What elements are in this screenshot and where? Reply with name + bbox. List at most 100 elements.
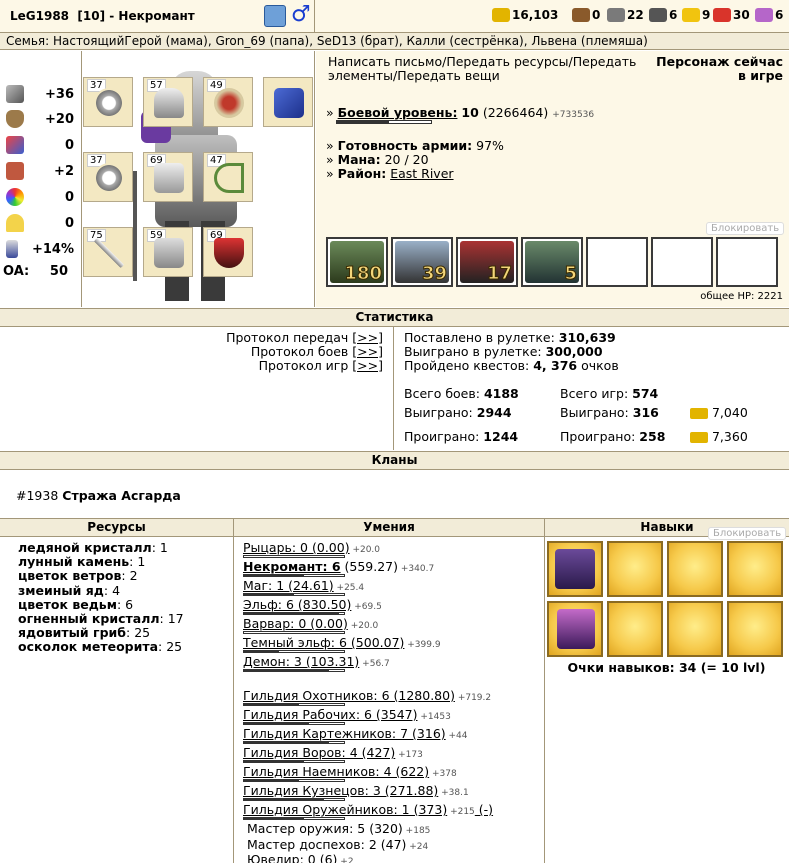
ore-value: 22: [627, 8, 644, 22]
quests-done: Пройдено квестов: 4, 376 очков: [404, 358, 619, 373]
equip-helmet[interactable]: 57: [143, 77, 193, 127]
army-readiness-value: 97%: [476, 138, 504, 153]
combat-level-label[interactable]: Боевой уровень:: [338, 105, 458, 120]
district-link[interactable]: East River: [390, 166, 453, 181]
skill-progress-bar: [243, 703, 345, 706]
attack-icon: [6, 85, 24, 103]
army-slot-1[interactable]: 180: [326, 237, 388, 287]
skill-gain: +38.1: [438, 788, 469, 798]
equip-amulet[interactable]: 49: [203, 77, 253, 127]
perk-slot-6[interactable]: [607, 601, 663, 657]
army-slot-5[interactable]: [586, 237, 648, 287]
equip-ring-2[interactable]: 37: [83, 152, 133, 202]
skill-name[interactable]: Гильдия Оружейников: 1 (373): [243, 802, 447, 817]
perk-slot-3[interactable]: [667, 541, 723, 597]
game-log: Протокол игр [>>]: [258, 358, 383, 373]
shield-icon: [214, 238, 244, 268]
equip-shield[interactable]: 69: [203, 227, 253, 277]
perk-slot-4[interactable]: [727, 541, 783, 597]
army-slot-4[interactable]: 5: [521, 237, 583, 287]
stat-knowledge: +2: [6, 161, 80, 181]
stat-spellpower: 0: [6, 135, 80, 155]
skill-name[interactable]: Демон: 3 (103.31): [243, 654, 359, 669]
skill-row: Гильдия Охотников: 6 (1280.80) +719.2: [243, 688, 491, 706]
skill-progress-fill: [244, 670, 329, 671]
mana-value: 20 / 20: [384, 152, 429, 167]
skills-title: Умения: [233, 518, 544, 537]
skill-name[interactable]: Гильдия Охотников: 6 (1280.80): [243, 688, 455, 703]
clan-entry[interactable]: #1938 Стража Асгарда: [16, 488, 181, 503]
skill-name[interactable]: Варвар: 0 (0.00): [243, 616, 348, 631]
list-item: змеиный яд: 4: [18, 582, 121, 598]
transfer-log-link[interactable]: [>>]: [352, 330, 383, 345]
skill-progress-bar: [243, 798, 345, 801]
protocol-links: Протокол передач [>>] Протокол боев [>>]…: [226, 331, 383, 373]
equip-armor[interactable]: 69: [143, 152, 193, 202]
profile-card-icon[interactable]: [264, 5, 286, 27]
equip-spellbook[interactable]: [263, 77, 313, 127]
perk-slot-2[interactable]: [607, 541, 663, 597]
skill-name[interactable]: Гильдия Воров: 4 (427): [243, 745, 395, 760]
skill-name[interactable]: Некромант: 6: [243, 559, 341, 574]
roulette-bet: Поставлено в рулетке: 310,639: [404, 330, 616, 345]
skill-progress-fill: [244, 651, 279, 652]
combat-exp-gain: +733536: [552, 110, 595, 120]
skill-gain: +20.0: [349, 545, 381, 555]
perk-slot-1[interactable]: [547, 541, 603, 597]
morale-value: 0: [64, 215, 74, 231]
combat-level-progress-bar: [336, 120, 432, 124]
skill-name[interactable]: Гильдия Наемников: 4 (622): [243, 764, 429, 779]
resource-ore: 22: [607, 8, 644, 22]
resource-wood: 0: [572, 8, 600, 22]
skill-points: (559.27): [340, 559, 399, 574]
block-button-perks[interactable]: Блокировать: [708, 527, 787, 540]
army-slot-3[interactable]: 17: [456, 237, 518, 287]
skill-extra-link[interactable]: (-): [475, 802, 493, 817]
army-slot-7[interactable]: [716, 237, 778, 287]
skill-row: Ювелир: 0 (6) +2: [247, 852, 354, 863]
perk-slot-5[interactable]: [547, 601, 603, 657]
skill-progress-fill: [244, 594, 294, 595]
skill-row: Демон: 3 (103.31) +56.7: [243, 654, 390, 672]
battles-won: Выиграно: 2944: [404, 405, 512, 420]
equip-bow[interactable]: 47: [203, 152, 253, 202]
skill-row: Варвар: 0 (0.00) +20.0: [243, 616, 378, 634]
skill-progress-fill: [244, 780, 299, 781]
skill-gain: +56.7: [359, 659, 390, 669]
battle-log-link[interactable]: [>>]: [352, 344, 383, 359]
perk-slot-7[interactable]: [667, 601, 723, 657]
actions-link[interactable]: Написать письмо/Передать ресурсы/Передат…: [328, 55, 658, 83]
wood-icon: [572, 8, 590, 22]
perk-slot-8[interactable]: [727, 601, 783, 657]
skill-progress-fill: [244, 704, 299, 705]
skill-name[interactable]: Гильдия Рабочих: 6 (3547): [243, 707, 418, 722]
stat-initiative: +14%: [6, 239, 80, 259]
equip-boots[interactable]: 59: [143, 227, 193, 277]
skill-progress-bar: [243, 574, 345, 577]
district-label: Район:: [337, 166, 387, 181]
skill-name[interactable]: Рыцарь: 0 (0.00): [243, 540, 350, 555]
equip-ring-1[interactable]: 37: [83, 77, 133, 127]
skill-gain: +215: [447, 807, 475, 817]
skill-name[interactable]: Гильдия Картежников: 7 (316): [243, 726, 446, 741]
sulfur-icon: [682, 8, 700, 22]
oa-value: 50: [49, 263, 68, 279]
gems-value: 6: [775, 8, 784, 22]
army-slot-2[interactable]: 39: [391, 237, 453, 287]
block-button-army[interactable]: Блокировать: [706, 222, 785, 235]
resource-mercury: 6: [649, 8, 677, 22]
game-log-link[interactable]: [>>]: [352, 358, 383, 373]
army-count: 39: [421, 263, 447, 285]
skill-row: Гильдия Воров: 4 (427) +173: [243, 745, 423, 763]
defense-icon: [6, 110, 24, 128]
skill-name[interactable]: Эльф: 6 (830.50): [243, 597, 351, 612]
skill-name[interactable]: Маг: 1 (24.61): [243, 578, 334, 593]
clan-name[interactable]: Стража Асгарда: [62, 488, 181, 503]
skill-progress-fill: [244, 575, 304, 576]
army-slot-6[interactable]: [651, 237, 713, 287]
equip-weapon[interactable]: 75: [83, 227, 133, 277]
skill-name[interactable]: Гильдия Кузнецов: 3 (271.88): [243, 783, 438, 798]
hero-stats: +36 +20 0 +2 0 0 +14% OA: 50: [0, 51, 82, 307]
skill-name[interactable]: Темный эльф: 6 (500.07): [243, 635, 404, 650]
hero-name: LeG1988: [10, 9, 70, 23]
